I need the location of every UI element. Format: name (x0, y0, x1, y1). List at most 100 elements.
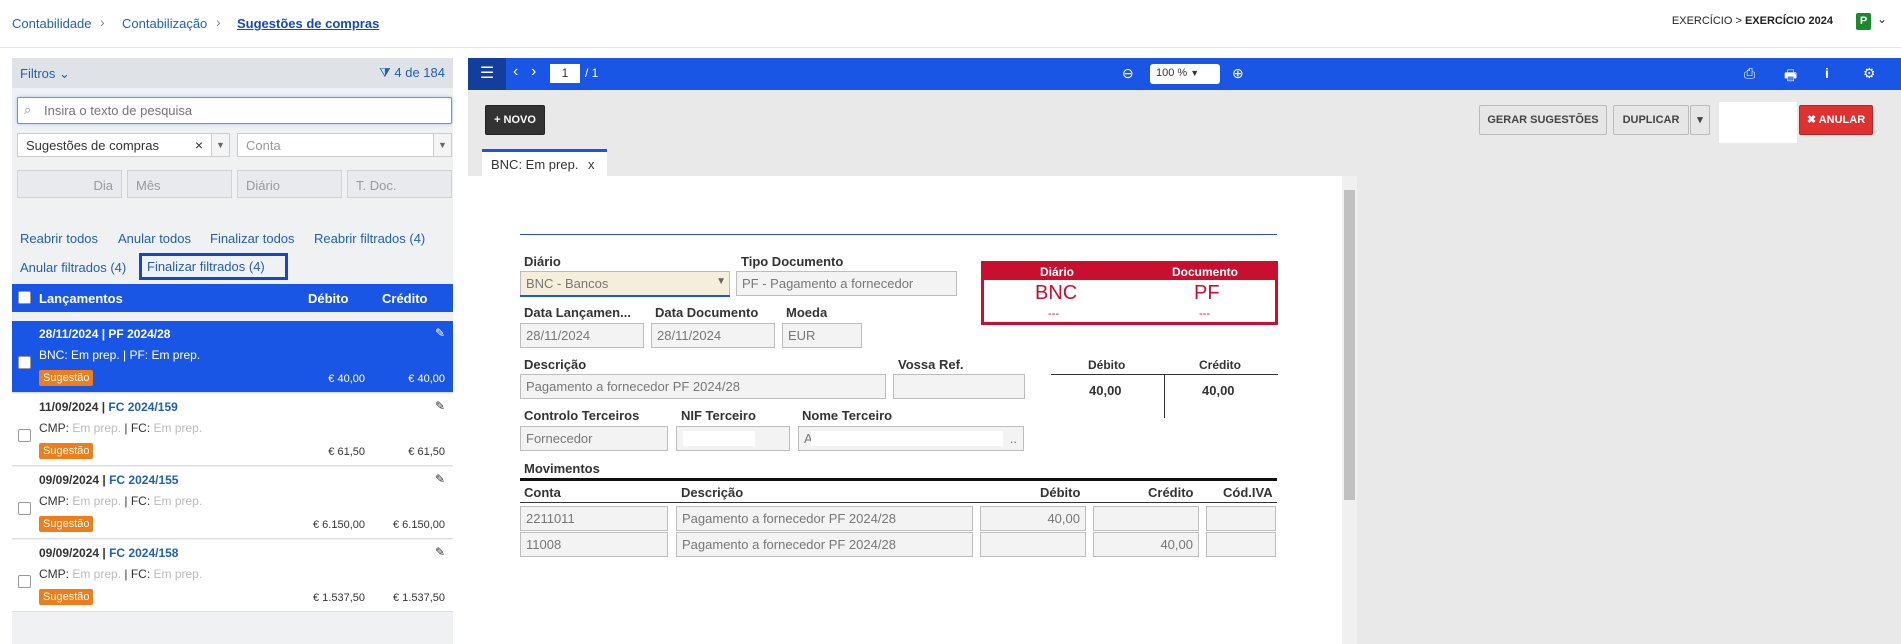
divider (520, 478, 1277, 481)
doc-link[interactable]: FC 2024/158 (109, 546, 178, 560)
finalizar-filtrados-link[interactable]: Finalizar filtrados (4) (139, 253, 288, 280)
filters-header[interactable]: Filtros ⌄ ⧩ 4 de 184 (12, 58, 453, 88)
mov-conta-field[interactable]: 2211011 (520, 506, 668, 531)
finalizar-todos-link[interactable]: Finalizar todos (210, 231, 295, 246)
tipo-documento-field[interactable]: PF - Pagamento a fornecedor (736, 271, 957, 296)
prev-page-icon[interactable]: ‹ (513, 63, 518, 81)
close-icon[interactable]: x (588, 157, 595, 172)
controlo-terceiros-field[interactable]: Fornecedor (520, 426, 668, 451)
row-checkbox[interactable] (18, 356, 31, 369)
chevron-right-icon: › (216, 14, 221, 30)
anular-filtrados-link[interactable]: Anular filtrados (4) (20, 260, 126, 275)
search-box[interactable]: ⌕ (17, 97, 452, 124)
breadcrumb-sugestoes[interactable]: Sugestões de compras (237, 16, 379, 31)
tdoc-field[interactable]: T. Doc. (347, 170, 452, 198)
mes-field[interactable]: Mês (127, 170, 232, 198)
status-badge: Sugestão (39, 589, 94, 605)
row-checkbox[interactable] (18, 502, 31, 515)
period-badge[interactable]: P (1856, 13, 1871, 30)
mov-credito-field[interactable]: 40,00 (1093, 532, 1199, 557)
filter-panel: Filtros ⌄ ⧩ 4 de 184 ⌕ Sugestões de comp… (12, 58, 453, 644)
exercicio-selector[interactable]: EXERCÍCIO > EXERCÍCIO 2024 (1672, 15, 1833, 27)
gear-icon[interactable]: ⚙ (1863, 65, 1876, 82)
edit-icon[interactable]: ✎ (435, 472, 445, 486)
status-badge: Sugestão (39, 370, 94, 386)
next-page-icon[interactable]: › (531, 63, 536, 81)
moeda-field[interactable]: EUR (782, 323, 862, 348)
viewer-toolbar: ☰ ‹ › 1 / 1 ⊖ 100 % ▼ ⊕ ⎙ 🖶 i ⚙ (468, 58, 1901, 90)
list-item[interactable]: 11/09/2024 | FC 2024/159 CMP: Em prep. |… (12, 394, 453, 466)
chevron-down-icon[interactable]: ▼ (433, 134, 451, 156)
redacted-block (683, 431, 755, 446)
nif-terceiro-field[interactable] (676, 426, 790, 451)
mov-cod-iva-field[interactable] (1206, 532, 1276, 557)
mov-credito-field[interactable] (1093, 506, 1199, 531)
mov-debito-field[interactable]: 40,00 (980, 506, 1086, 531)
filters-toggle[interactable]: Filtros ⌄ (20, 66, 70, 82)
edit-icon[interactable]: ✎ (435, 326, 445, 340)
descricao-field[interactable]: Pagamento a fornecedor PF 2024/28 (520, 374, 886, 399)
divider (1164, 374, 1165, 418)
status-badge: Sugestão (39, 516, 94, 532)
divider (520, 234, 1277, 235)
chevron-down-icon[interactable]: ▼ (211, 134, 229, 156)
reabrir-filtrados-link[interactable]: Reabrir filtrados (4) (314, 231, 425, 246)
chevron-down-icon: ▼ (1190, 68, 1200, 78)
chevron-down-icon[interactable]: ⌄ (1877, 12, 1887, 26)
pdf-icon[interactable]: ⎙ (1744, 65, 1755, 82)
list-item[interactable]: 09/09/2024 | FC 2024/155 CMP: Em prep. |… (12, 467, 453, 539)
row-checkbox[interactable] (18, 429, 31, 442)
zoom-select[interactable]: 100 % ▼ (1150, 64, 1220, 84)
doc-link[interactable]: PF 2024/28 (108, 327, 170, 341)
duplicar-button[interactable]: DUPLICAR (1613, 105, 1689, 135)
document-scrollbar[interactable] (1342, 176, 1357, 644)
filter-icon: ⧩ (379, 65, 391, 80)
page-input[interactable]: 1 (550, 64, 580, 83)
mov-debito-field[interactable] (980, 532, 1086, 557)
doc-link[interactable]: FC 2024/159 (108, 400, 177, 414)
edit-icon[interactable]: ✎ (435, 399, 445, 413)
mov-cod-iva-field[interactable] (1206, 506, 1276, 531)
select-all-checkbox[interactable] (18, 291, 31, 304)
print-icon[interactable]: 🖶 (1784, 65, 1797, 89)
zoom-out-icon[interactable]: ⊖ (1122, 65, 1134, 82)
redacted-block (811, 431, 1003, 446)
mov-descricao-field[interactable]: Pagamento a fornecedor PF 2024/28 (676, 506, 973, 531)
clear-icon[interactable]: × (195, 137, 203, 153)
mov-descricao-field[interactable]: Pagamento a fornecedor PF 2024/28 (676, 532, 973, 557)
zoom-in-icon[interactable]: ⊕ (1232, 65, 1244, 82)
info-icon[interactable]: i (1825, 65, 1829, 81)
focus-underline (520, 295, 730, 297)
nome-terceiro-field[interactable]: A.. (798, 426, 1024, 451)
list-item[interactable]: 09/09/2024 | FC 2024/158 CMP: Em prep. |… (12, 540, 453, 612)
blank-panel (1719, 102, 1797, 143)
anular-button[interactable]: ✖ ANULAR (1799, 105, 1873, 135)
menu-icon[interactable]: ☰ (468, 58, 506, 90)
gerar-sugestoes-button[interactable]: GERAR SUGESTÕES (1479, 105, 1607, 135)
novo-button[interactable]: + NOVO (485, 105, 545, 135)
conta-select[interactable]: Conta ▼ (237, 133, 452, 157)
data-lancamento-field[interactable]: 28/11/2024 (520, 323, 644, 348)
diario-field[interactable]: Diário (237, 170, 342, 198)
vossa-ref-field[interactable] (893, 374, 1025, 399)
breadcrumb-contabilidade[interactable]: Contabilidade (12, 16, 92, 31)
filter-count: ⧩ 4 de 184 (379, 65, 445, 80)
edit-icon[interactable]: ✎ (435, 545, 445, 559)
diario-select[interactable]: BNC - Bancos ▼ (520, 271, 730, 296)
list-item[interactable]: 28/11/2024 | PF 2024/28 BNC: Em prep. | … (12, 321, 453, 393)
anular-todos-link[interactable]: Anular todos (118, 231, 191, 246)
dia-field[interactable]: Dia (17, 170, 122, 198)
data-documento-field[interactable]: 28/11/2024 (651, 323, 775, 348)
search-input[interactable] (44, 103, 424, 118)
doc-link[interactable]: FC 2024/155 (109, 473, 178, 487)
type-select[interactable]: Sugestões de compras × ▼ (17, 133, 230, 157)
mov-conta-field[interactable]: 11008 (520, 532, 668, 557)
reabrir-todos-link[interactable]: Reabrir todos (20, 231, 98, 246)
tab-document[interactable]: BNC: Em prep. x (482, 149, 607, 176)
breadcrumb-contabilizacao[interactable]: Contabilização (122, 16, 207, 31)
list-header: Lançamentos Débito Crédito (12, 284, 453, 312)
document-page: Diário BNC - Bancos ▼ Tipo Documento PF -… (468, 176, 1354, 644)
scrollbar-thumb[interactable] (1344, 190, 1355, 500)
chevron-down-icon[interactable]: ▾ (1690, 105, 1710, 135)
row-checkbox[interactable] (18, 575, 31, 588)
